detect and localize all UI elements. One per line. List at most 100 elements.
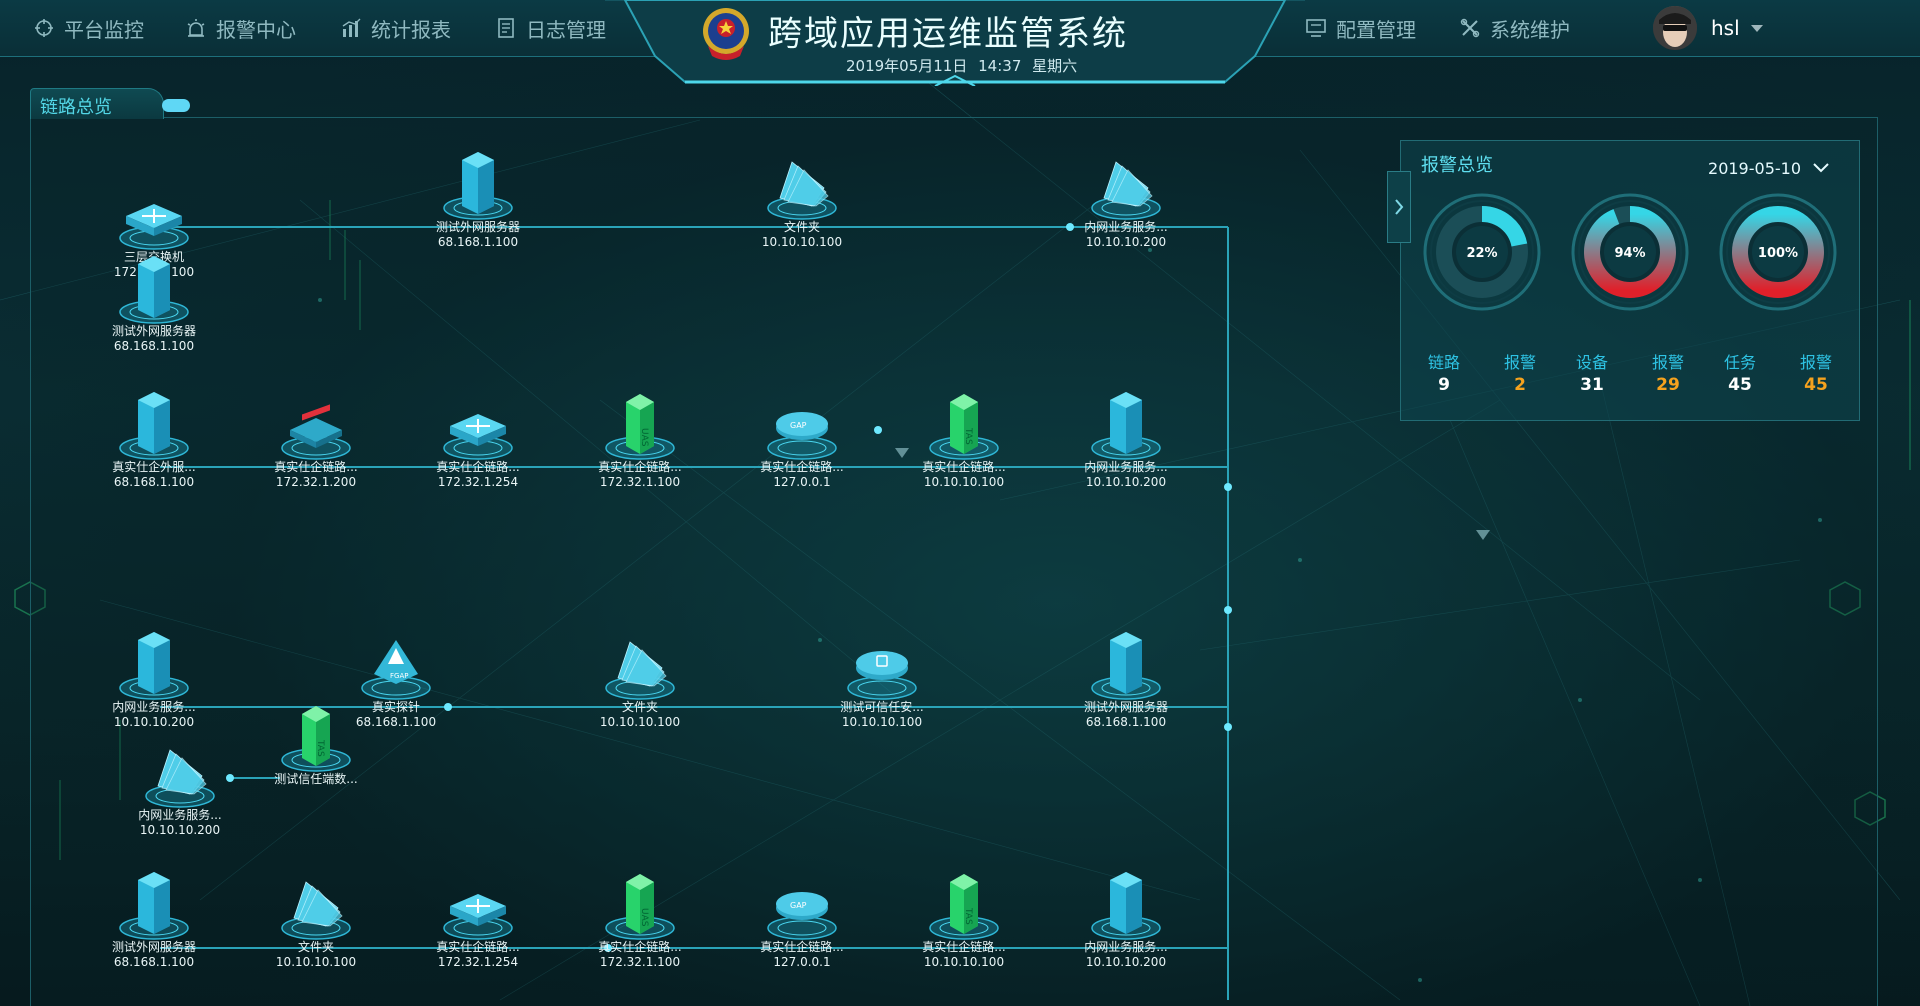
node-name: 内网业务服务...: [112, 700, 196, 714]
green-icon: UAS: [605, 394, 675, 460]
stat-label: 链路: [1427, 353, 1460, 372]
topology-node-server[interactable]: 测试外网服务器 68.168.1.100: [94, 252, 214, 354]
stat-value: 31: [1580, 375, 1604, 395]
node-ip: 127.0.0.1: [773, 955, 831, 969]
folder-icon: [767, 161, 837, 220]
topology-node-server[interactable]: 测试外网服务器 68.168.1.100: [418, 148, 538, 250]
node-name: 测试外网服务器: [111, 940, 196, 954]
alarm-stat: 任务 45: [1705, 349, 1775, 395]
topology-node-router[interactable]: 真实仕企链路... 172.32.1.200: [256, 388, 376, 490]
node-ip: 172.32.1.254: [437, 955, 519, 969]
topology-node-server[interactable]: 真实仕企外服... 68.168.1.100: [94, 388, 214, 490]
node-ip: 10.10.10.100: [599, 715, 681, 729]
topology-node-green[interactable]: TAS 测试信任端数...: [256, 700, 376, 787]
alarm-overview-panel: 报警总览 2019-05-10 22% 94% 100% 链路 9 报警 2 设备 31 报警 2…: [1387, 140, 1860, 421]
node-ip: 10.10.10.100: [841, 715, 923, 729]
collapse-panel-button[interactable]: [1387, 171, 1411, 243]
stat-label: 报警: [1799, 353, 1832, 372]
svg-text:TAS: TAS: [315, 739, 325, 757]
alarm-overview-title: 报警总览: [1421, 155, 1493, 176]
green-icon: UAS: [605, 874, 675, 940]
topology-node-server[interactable]: 测试外网服务器 68.168.1.100: [1066, 628, 1186, 730]
gauge-ring: 100%: [1719, 193, 1837, 311]
node-ip: 10.10.10.100: [275, 955, 357, 969]
stat-value: 45: [1804, 375, 1828, 395]
topology-node-folder[interactable]: 文件夹 10.10.10.100: [256, 868, 376, 970]
node-name: 真实仕企链路...: [922, 460, 1006, 474]
node-name: 测试外网服务器: [111, 324, 196, 338]
node-name: 真实仕企链路...: [436, 460, 520, 474]
alarm-gauge: 22%: [1421, 191, 1543, 317]
topology-node-switch[interactable]: 真实仕企链路... 172.32.1.254: [418, 388, 538, 490]
gap-icon: GAP: [767, 412, 837, 460]
topology-node-folder[interactable]: 文件夹 10.10.10.100: [580, 628, 700, 730]
server-icon: [1091, 632, 1161, 700]
topology-node-folder[interactable]: 内网业务服务... 10.10.10.200: [1066, 148, 1186, 250]
node-ip: 10.10.10.200: [113, 715, 195, 729]
topology-node-server[interactable]: 内网业务服务... 10.10.10.200: [1066, 868, 1186, 970]
node-ip: 10.10.10.200: [139, 823, 221, 837]
alarm-gauge: 100%: [1717, 191, 1839, 317]
topology-node-server[interactable]: 内网业务服务... 10.10.10.200: [1066, 388, 1186, 490]
topology-node-green[interactable]: TAS 真实仕企链路... 10.10.10.100: [904, 388, 1024, 490]
switch-icon: [443, 414, 513, 460]
svg-text:TAS: TAS: [963, 427, 973, 445]
node-ip: 172.32.1.254: [437, 475, 519, 489]
topology-node-server[interactable]: 内网业务服务... 10.10.10.200: [94, 628, 214, 730]
topology-node-gap[interactable]: GAP 真实仕企链路... 127.0.0.1: [742, 388, 862, 490]
fgap-icon: FGAP: [361, 640, 431, 700]
stat-label: 设备: [1575, 353, 1608, 372]
node-name: 真实仕企链路...: [922, 940, 1006, 954]
chevron-right-icon: [1395, 199, 1404, 215]
svg-text:FGAP: FGAP: [390, 672, 408, 680]
server-icon: [119, 872, 189, 940]
node-name: 真实仕企链路...: [436, 940, 520, 954]
node-name: 真实仕企外服...: [112, 460, 196, 474]
server-icon: [1091, 392, 1161, 460]
node-ip: 68.168.1.100: [1085, 715, 1167, 729]
topology-node-green[interactable]: TAS 真实仕企链路... 10.10.10.100: [904, 868, 1024, 970]
switch-icon: [119, 204, 189, 250]
node-ip: 10.10.10.200: [1085, 235, 1167, 249]
topology-node-switch[interactable]: 真实仕企链路... 172.32.1.254: [418, 868, 538, 970]
chevron-down-icon[interactable]: [1811, 159, 1831, 177]
node-name: 测试外网服务器: [435, 220, 520, 234]
server-icon: [443, 152, 513, 220]
stat-label: 任务: [1723, 353, 1756, 372]
alarm-date-select[interactable]: 2019-05-10: [1708, 159, 1801, 178]
server-icon: [119, 256, 189, 324]
topology-node-gap[interactable]: GAP 真实仕企链路... 127.0.0.1: [742, 868, 862, 970]
topology-node-green[interactable]: UAS 真实仕企链路... 172.32.1.100: [580, 868, 700, 970]
topology-node-folder[interactable]: 内网业务服务... 10.10.10.200: [120, 736, 240, 838]
node-ip: 172.32.1.200: [275, 475, 357, 489]
green-icon: TAS: [929, 394, 999, 460]
alarm-stat: 报警 29: [1633, 349, 1703, 395]
gap-icon: GAP: [767, 892, 837, 940]
topology-node-server[interactable]: 测试外网服务器 68.168.1.100: [94, 868, 214, 970]
folder-icon: [1091, 161, 1161, 220]
alarm-gauge: 94%: [1569, 191, 1691, 317]
node-name: 真实仕企链路...: [760, 460, 844, 474]
alarm-stat: 链路 9: [1409, 349, 1479, 395]
node-ip: 10.10.10.200: [1085, 955, 1167, 969]
folder-icon: [145, 749, 215, 808]
topology-node-green[interactable]: UAS 真实仕企链路... 172.32.1.100: [580, 388, 700, 490]
topology-node-secure[interactable]: 测试可信任安... 10.10.10.100: [822, 628, 942, 730]
node-ip: 68.168.1.100: [437, 235, 519, 249]
stat-value: 29: [1656, 375, 1680, 395]
app-root: 平台监控 报警中心 统计报表 日志管理 跨域应用运维监管系统 2019年05月1…: [0, 0, 1920, 1006]
node-name: 文件夹: [621, 700, 658, 714]
topology-node-folder[interactable]: 文件夹 10.10.10.100: [742, 148, 862, 250]
node-name: 文件夹: [297, 940, 334, 954]
node-ip: 10.10.10.200: [1085, 475, 1167, 489]
node-ip: 10.10.10.100: [923, 955, 1005, 969]
node-name: 测试外网服务器: [1083, 700, 1168, 714]
node-name: 真实仕企链路...: [598, 940, 682, 954]
svg-text:UAS: UAS: [639, 428, 649, 447]
node-ip: 68.168.1.100: [113, 339, 195, 353]
node-name: 内网业务服务...: [1084, 220, 1168, 234]
node-name: 内网业务服务...: [1084, 940, 1168, 954]
node-name: 真实仕企链路...: [760, 940, 844, 954]
node-ip: 172.32.1.100: [599, 475, 681, 489]
green-icon: TAS: [929, 874, 999, 940]
